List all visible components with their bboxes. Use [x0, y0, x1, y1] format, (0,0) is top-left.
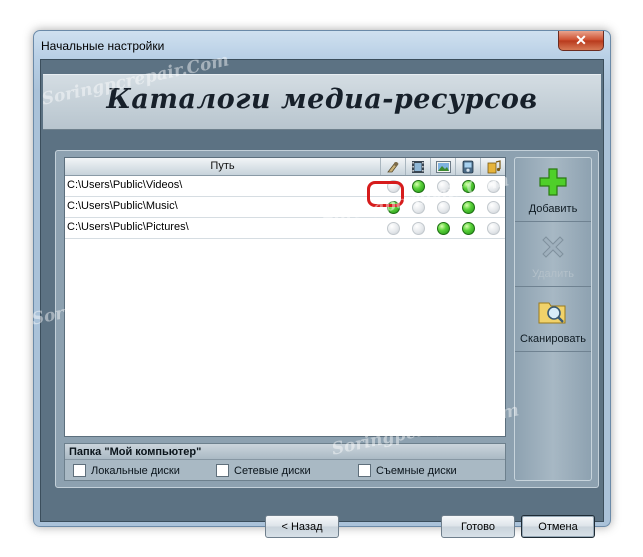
settings-window: Начальные настройки ✕ Каталоги медиа-рес… [33, 30, 611, 538]
add-button[interactable]: Добавить [515, 158, 591, 222]
plus-icon [539, 168, 567, 196]
checkbox-box[interactable] [358, 464, 371, 477]
checkbox-label: Сетевые диски [234, 464, 311, 477]
status-dot-on[interactable] [412, 180, 425, 193]
remove-button-label: Удалить [532, 268, 574, 280]
checkbox-box[interactable] [73, 464, 86, 477]
page-title: Каталоги медиа-ресурсов [106, 84, 538, 115]
checkbox-box[interactable] [216, 464, 229, 477]
remove-button[interactable]: Удалить [515, 223, 591, 287]
close-button[interactable]: ✕ [558, 31, 604, 51]
picture-icon [431, 158, 456, 175]
highlight-annotation [367, 181, 404, 207]
delete-x-icon [542, 236, 564, 258]
row-path: C:\Users\Public\Music\ [67, 200, 178, 212]
status-dot-off[interactable] [437, 180, 450, 193]
checkbox-label: Съемные диски [376, 464, 457, 477]
film-icon [406, 158, 431, 175]
done-button[interactable]: Готово [441, 515, 515, 538]
my-computer-group: Папка "Мой компьютер" Локальные диски Се… [64, 443, 506, 481]
table-row[interactable]: C:\Users\Public\Music\ [65, 197, 505, 218]
checkbox-label: Локальные диски [91, 464, 180, 477]
row-path: C:\Users\Public\Pictures\ [67, 221, 189, 233]
my-computer-title: Папка "Мой компьютер" [65, 444, 505, 460]
video-camera-icon [381, 158, 406, 175]
table-row[interactable]: C:\Users\Public\Videos\ [65, 176, 505, 197]
action-sidebar: Добавить Удалить Сканировать [514, 157, 592, 481]
status-dot-off[interactable] [487, 222, 500, 235]
status-dot-on[interactable] [462, 201, 475, 214]
status-dot-off[interactable] [487, 201, 500, 214]
table-header: Путь [65, 158, 505, 176]
music-icon [481, 158, 506, 175]
status-dot-off[interactable] [412, 201, 425, 214]
status-dot-on[interactable] [437, 222, 450, 235]
scan-button[interactable]: Сканировать [515, 288, 591, 352]
dialog-body: Каталоги медиа-ресурсов Путь C:\Users\Pu… [40, 59, 604, 538]
scan-folder-icon [538, 302, 566, 324]
status-dot-off[interactable] [387, 222, 400, 235]
main-panel: Путь C:\Users\Public\Videos\ C:\Users\Pu… [55, 150, 599, 488]
column-header-path[interactable]: Путь [65, 158, 381, 175]
local-disks-checkbox[interactable]: Локальные диски [73, 464, 180, 477]
cancel-button[interactable]: Отмена [521, 515, 595, 538]
status-dot-off[interactable] [437, 201, 450, 214]
add-button-label: Добавить [528, 203, 578, 215]
header-band: Каталоги медиа-ресурсов [43, 74, 601, 130]
device-icon [456, 158, 481, 175]
status-dot-on[interactable] [462, 180, 475, 193]
table-row[interactable]: C:\Users\Public\Pictures\ [65, 218, 505, 239]
status-dot-off[interactable] [412, 222, 425, 235]
back-button[interactable]: < Назад [265, 515, 339, 538]
scan-button-label: Сканировать [520, 333, 586, 345]
status-dot-off[interactable] [487, 180, 500, 193]
network-disks-checkbox[interactable]: Сетевые диски [216, 464, 311, 477]
media-folders-table: Путь C:\Users\Public\Videos\ C:\Users\Pu… [64, 157, 506, 437]
removable-disks-checkbox[interactable]: Съемные диски [358, 464, 457, 477]
window-title: Начальные настройки [41, 39, 165, 53]
status-dot-on[interactable] [462, 222, 475, 235]
row-path: C:\Users\Public\Videos\ [67, 179, 183, 191]
